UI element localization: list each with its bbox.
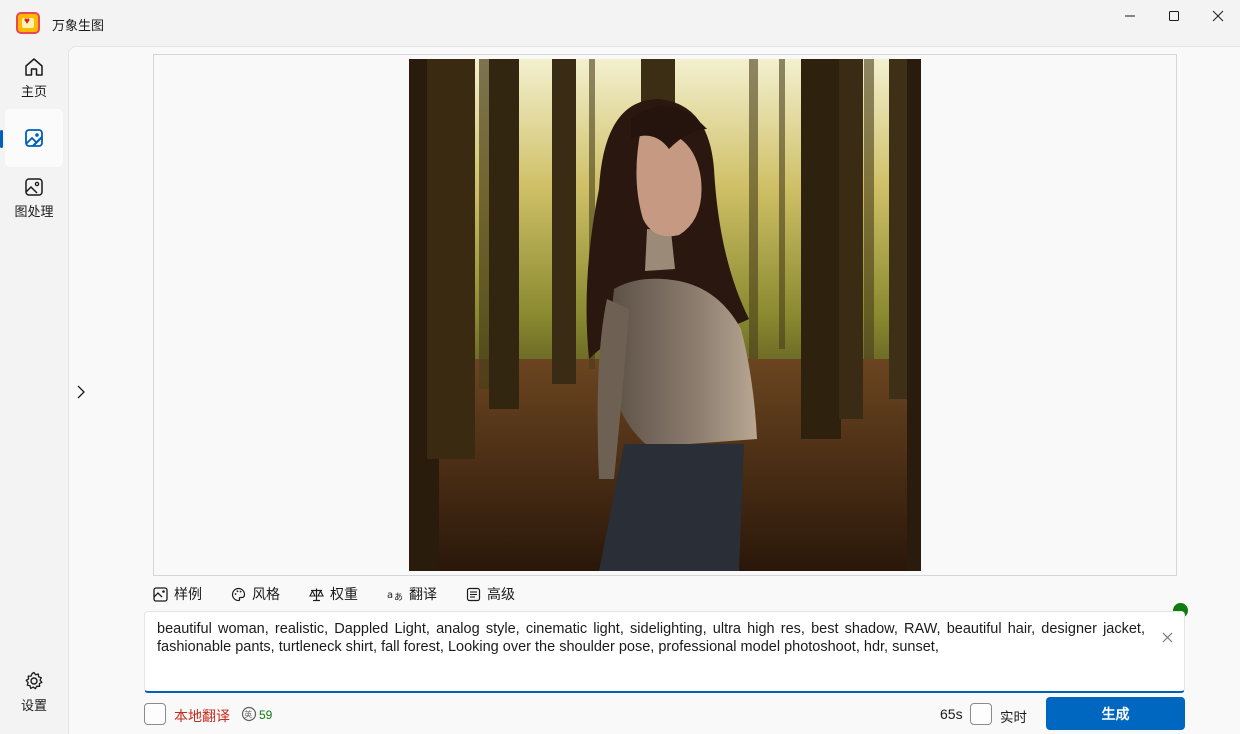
close-icon bbox=[1212, 10, 1224, 22]
svg-text:あ: あ bbox=[394, 592, 403, 602]
app-title: 万象生图 bbox=[52, 18, 105, 33]
app-logo-icon: ♥ bbox=[16, 12, 40, 34]
nav-item-generate[interactable] bbox=[5, 109, 63, 167]
svg-text:a: a bbox=[387, 590, 393, 601]
style-button[interactable]: 风格 bbox=[231, 585, 280, 603]
translate-button[interactable]: aあ 翻译 bbox=[387, 585, 437, 603]
generated-image[interactable] bbox=[409, 59, 921, 571]
realtime-checkbox[interactable] bbox=[970, 703, 992, 725]
nav-item-label: 设置 bbox=[20, 698, 47, 713]
elapsed-time: 65s bbox=[940, 706, 963, 722]
examples-label: 样例 bbox=[174, 586, 202, 602]
svg-text:英: 英 bbox=[244, 709, 252, 719]
generated-image-forest-portrait bbox=[409, 59, 921, 571]
nav-item-image-processing[interactable]: 图处理 bbox=[5, 169, 63, 227]
realtime-label: 实时 bbox=[1000, 710, 1027, 725]
nav-item-label: 主页 bbox=[20, 84, 47, 99]
examples-icon bbox=[153, 586, 168, 602]
advanced-settings-icon bbox=[466, 587, 481, 602]
nav-selection-indicator bbox=[0, 130, 3, 148]
clear-prompt-button[interactable] bbox=[1162, 630, 1173, 648]
advanced-button[interactable]: 高级 bbox=[466, 585, 515, 603]
local-translate-label: 本地翻译 bbox=[174, 708, 230, 724]
maximize-icon bbox=[1169, 11, 1179, 21]
title-bar: ♥ 万象生图 bbox=[0, 0, 1240, 46]
image-edit-icon bbox=[25, 178, 43, 196]
token-count: 59 bbox=[259, 708, 273, 722]
prompt-input[interactable]: beautiful woman, realistic, Dappled Ligh… bbox=[144, 611, 1185, 693]
nav-item-label: 图处理 bbox=[14, 204, 54, 219]
translate-icon: aあ bbox=[387, 587, 403, 602]
expand-panel-button[interactable] bbox=[74, 384, 88, 405]
minimize-button[interactable] bbox=[1107, 0, 1153, 32]
image-generate-icon bbox=[25, 129, 43, 147]
token-count-icon: 英 bbox=[241, 706, 257, 727]
scale-icon bbox=[309, 587, 324, 602]
style-label: 风格 bbox=[252, 586, 280, 602]
palette-icon bbox=[231, 587, 246, 602]
prompt-text: beautiful woman, realistic, Dappled Ligh… bbox=[157, 621, 1145, 655]
examples-button[interactable]: 样例 bbox=[153, 585, 202, 603]
nav-rail: 主页 图处理 设置 bbox=[0, 46, 68, 734]
weight-label: 权重 bbox=[330, 586, 358, 602]
close-icon bbox=[1162, 632, 1173, 643]
advanced-label: 高级 bbox=[487, 586, 515, 602]
nav-item-home[interactable]: 主页 bbox=[5, 49, 63, 107]
generate-button[interactable]: 生成 bbox=[1046, 697, 1185, 730]
local-translate-checkbox[interactable] bbox=[144, 703, 166, 725]
nav-item-settings[interactable]: 设置 bbox=[5, 663, 63, 721]
weight-button[interactable]: 权重 bbox=[309, 585, 358, 603]
generate-label: 生成 bbox=[1101, 705, 1130, 722]
close-button[interactable] bbox=[1195, 0, 1240, 32]
maximize-button[interactable] bbox=[1151, 0, 1197, 32]
home-icon bbox=[25, 58, 43, 76]
gear-icon bbox=[25, 671, 43, 690]
minimize-icon bbox=[1125, 15, 1135, 17]
chevron-right-icon bbox=[77, 385, 85, 399]
translate-label: 翻译 bbox=[409, 586, 437, 602]
